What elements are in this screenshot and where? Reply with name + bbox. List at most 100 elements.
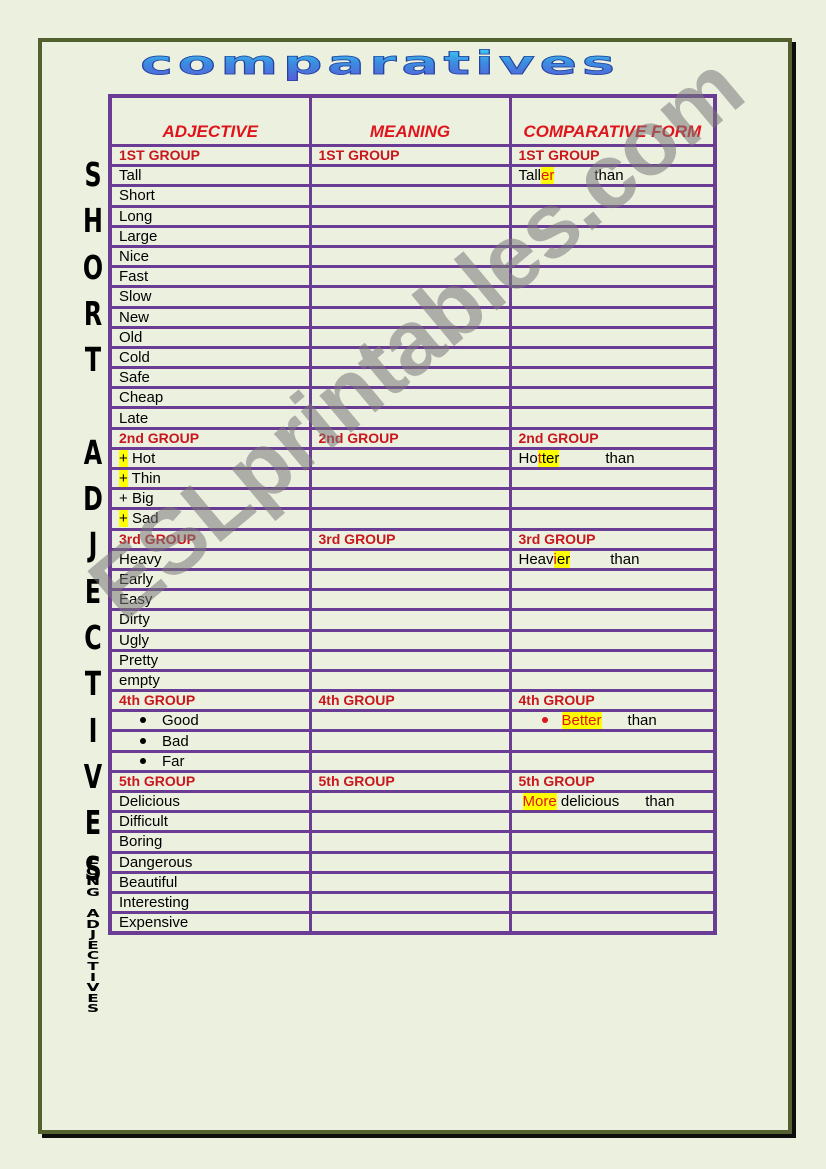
meaning-cell[interactable] [308,890,512,915]
adjective-cell: Interesting [108,890,312,915]
meaning-cell[interactable] [308,648,512,672]
table-row: Interesting [108,890,717,915]
meaning-cell[interactable] [308,446,512,471]
table-row: Heavy Heavier than [108,547,717,571]
comparative-cell[interactable] [508,628,717,652]
meaning-cell[interactable] [308,709,512,733]
meaning-cell[interactable] [308,345,512,370]
adjective-text: Sad [131,510,159,528]
meaning-cell[interactable] [308,285,512,309]
meaning-cell[interactable] [308,466,512,491]
comparative-cell[interactable] [508,386,717,410]
comparative-cell[interactable] [508,325,717,349]
comparative-cell[interactable] [508,345,717,370]
comparative-cell[interactable] [508,810,717,834]
side-letter: A [83,432,103,472]
group-header-row: 1ST GROUP 1ST GROUP 1ST GROUP [108,143,717,168]
comparative-cell[interactable] [508,265,717,289]
meaning-cell[interactable] [308,668,512,693]
table-row: + Hot Hotter than [108,446,717,471]
group-header-row: 2nd GROUP 2nd GROUP 2nd GROUP [108,426,717,450]
meaning-cell[interactable] [308,325,512,349]
table-row: Early [108,567,717,592]
meaning-cell[interactable] [308,184,512,208]
comparative-cell[interactable] [508,305,717,329]
meaning-cell[interactable] [308,204,512,228]
side-letter: S [84,155,102,194]
comparative-cell[interactable] [508,244,717,269]
meaning-cell[interactable] [308,164,512,188]
comparative-cell[interactable] [508,204,717,228]
adjective-cell: New [108,305,312,329]
meaning-cell[interactable] [308,244,512,269]
table-row: Dirty [108,608,717,632]
plus-marker: + [119,490,128,508]
adjective-cell: Dangerous [108,850,312,874]
comparative-cell[interactable] [508,729,717,753]
comparative-cell[interactable] [508,507,717,531]
comparative-cell[interactable] [508,850,717,874]
comparative-cell[interactable] [508,668,717,693]
meaning-cell[interactable] [308,547,512,571]
side-letter: C [84,617,102,657]
bullet-icon [140,717,146,724]
meaning-cell[interactable] [308,265,512,289]
table-row: Old [108,325,717,349]
table-row: + Sad [108,507,717,531]
comparative-cell[interactable]: Heavier than [508,547,717,571]
comparative-cell[interactable] [508,406,717,430]
comparative-cell[interactable]: More delicious than [508,789,717,814]
meaning-cell[interactable] [308,830,512,854]
comparative-cell[interactable] [508,285,717,309]
meaning-cell[interactable] [308,386,512,410]
meaning-cell[interactable] [308,305,512,329]
meaning-cell[interactable] [308,870,512,894]
meaning-cell[interactable] [308,749,512,773]
side-letter: C [86,950,100,963]
meaning-cell[interactable] [308,850,512,874]
header-comparative-form: COMPARATIVE FORM [508,94,717,147]
group-label: 5th GROUP [508,769,717,794]
meaning-cell[interactable] [308,487,512,511]
comparative-cell[interactable] [508,487,717,511]
meaning-cell[interactable] [308,911,512,935]
comparative-cell[interactable] [508,608,717,632]
comparative-cell[interactable] [508,184,717,208]
table-row: Dangerous [108,850,717,874]
comparative-cell[interactable] [508,588,717,612]
page-title: comparatives [30,46,730,81]
comparative-cell[interactable] [508,648,717,672]
side-letter: E [87,939,99,952]
meaning-cell[interactable] [308,789,512,814]
comparative-cell[interactable] [508,890,717,915]
comparative-cell[interactable]: Better than [508,709,717,733]
adjective-cell: Heavy [108,547,312,571]
comparative-cell[interactable] [508,366,717,390]
header-row: ADJECTIVE MEANING COMPARATIVE FORM [108,94,717,147]
example-than: than [594,167,624,185]
meaning-cell[interactable] [308,628,512,652]
side-letter: T [84,664,102,704]
table-row: Safe [108,366,717,390]
comparative-cell[interactable]: Hotter than [508,446,717,471]
comparative-cell[interactable] [508,870,717,894]
meaning-cell[interactable] [308,406,512,430]
comparative-cell[interactable] [508,911,717,935]
comparative-cell[interactable] [508,749,717,773]
meaning-cell[interactable] [308,729,512,753]
comparative-cell[interactable] [508,567,717,592]
comparatives-table: ADJECTIVE MEANING COMPARATIVE FORM 1ST G… [108,94,717,936]
meaning-cell[interactable] [308,366,512,390]
table-row: New [108,305,717,329]
comparative-cell[interactable] [508,466,717,491]
meaning-cell[interactable] [308,224,512,248]
comparative-cell[interactable]: Taller than [508,164,717,188]
meaning-cell[interactable] [308,608,512,632]
comparative-cell[interactable] [508,224,717,248]
side-letter: T [84,340,102,380]
meaning-cell[interactable] [308,567,512,592]
meaning-cell[interactable] [308,810,512,834]
meaning-cell[interactable] [308,507,512,531]
meaning-cell[interactable] [308,588,512,612]
comparative-cell[interactable] [508,830,717,854]
